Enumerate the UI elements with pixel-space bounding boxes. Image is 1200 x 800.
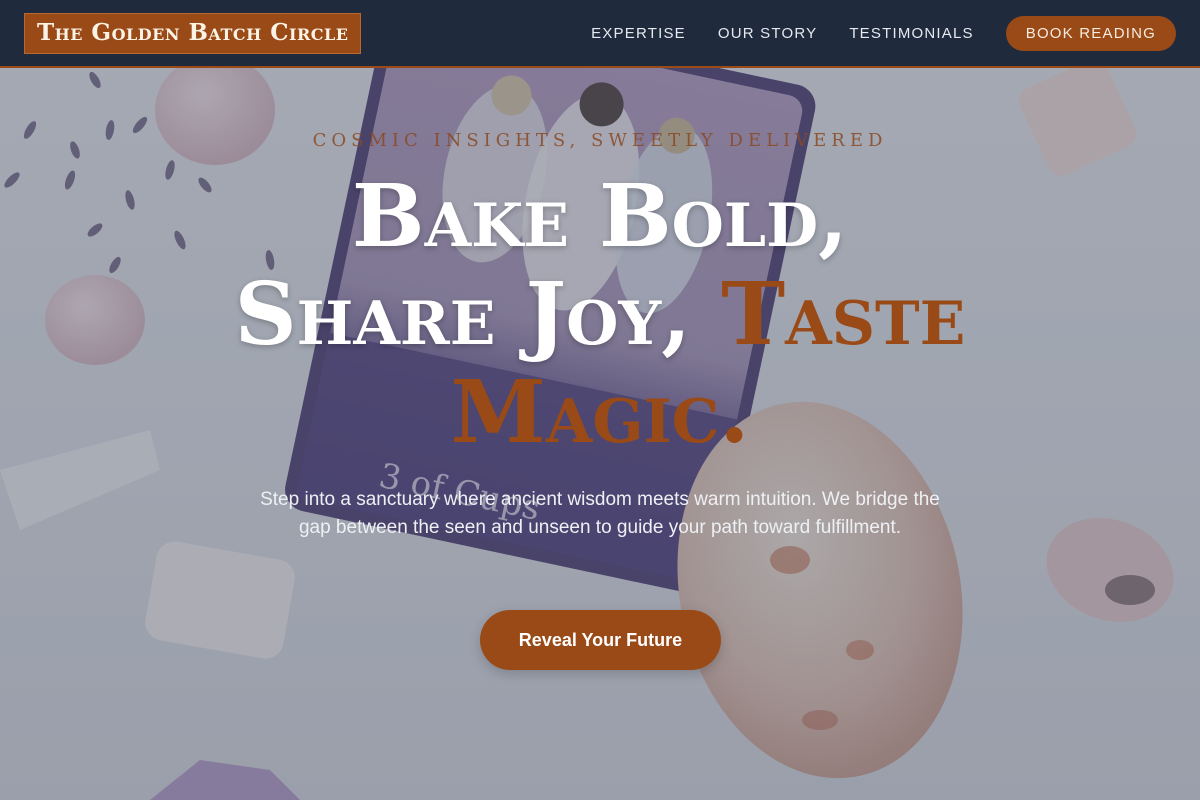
reveal-future-button[interactable]: Reveal Your Future: [480, 610, 721, 670]
hero-content: Cosmic Insights, Sweetly Delivered Bake …: [0, 0, 1200, 800]
book-reading-button[interactable]: BOOK READING: [1005, 15, 1176, 51]
headline-line-1: Bake Bold,: [351, 166, 849, 267]
nav-links: EXPERTISE OUR STORY TESTIMONIALS BOOK RE…: [591, 15, 1176, 51]
headline-line-2: Share Joy,: [234, 264, 692, 365]
hero-tagline: Cosmic Insights, Sweetly Delivered: [312, 130, 888, 151]
hero-description: Step into a sanctuary where ancient wisd…: [260, 489, 940, 538]
nav-link-testimonials[interactable]: TESTIMONIALS: [849, 25, 973, 42]
nav-link-our-story[interactable]: OUR STORY: [718, 25, 817, 42]
hero-headline: Bake Bold, Share Joy, Taste Magic.: [100, 168, 1100, 462]
nav-link-expertise[interactable]: EXPERTISE: [591, 25, 686, 42]
brand-logo[interactable]: The Golden Batch Circle: [24, 12, 362, 54]
top-navigation: The Golden Batch Circle EXPERTISE OUR ST…: [0, 0, 1200, 68]
